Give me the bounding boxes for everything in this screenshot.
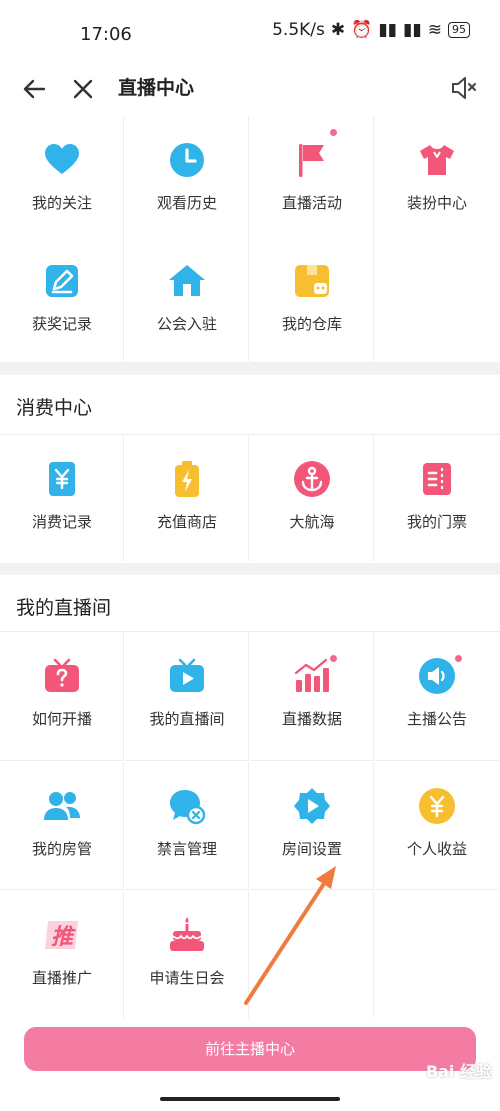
grid-item-live-events[interactable]: 直播活动	[250, 116, 374, 242]
grid-item-empty	[375, 237, 499, 363]
yen-card-icon	[49, 462, 75, 496]
warehouse-icon	[295, 265, 329, 297]
grid-item-label: 直播推广	[31, 969, 92, 987]
new-badge-dot	[330, 655, 337, 662]
grid-item-live-data[interactable]: 直播数据	[250, 632, 374, 761]
grid-item-label: 消费记录	[31, 513, 92, 531]
grid-item-recharge-store[interactable]: 充值商店	[125, 435, 249, 561]
speaker-icon[interactable]	[448, 72, 480, 104]
grid-item-label: 直播活动	[281, 194, 342, 212]
grid-item-label: 装扮中心	[406, 194, 467, 212]
grid-item-empty	[375, 891, 499, 1018]
flag-icon	[299, 144, 324, 177]
grid-item-dressup-center[interactable]: 装扮中心	[375, 116, 499, 242]
grid-item-label: 申请生日会	[149, 969, 225, 987]
new-badge-dot	[330, 129, 337, 136]
grid-item-how-to-stream[interactable]: 如何开播	[0, 632, 124, 761]
cake-icon	[170, 917, 204, 951]
ticket-icon	[423, 463, 451, 495]
grid-item-award-records[interactable]: 获奖记录	[0, 237, 124, 363]
back-arrow-icon[interactable]	[20, 74, 50, 104]
grid-item-live-promotion[interactable]: 推 直播推广	[0, 891, 124, 1018]
grid-item-label: 我的房管	[31, 840, 92, 858]
watermark: Bai 经验	[425, 1062, 492, 1081]
grid-item-label: 获奖记录	[31, 315, 92, 333]
grid-item-label: 我的仓库	[281, 315, 342, 333]
yen-coin-icon	[419, 788, 455, 824]
home-icon	[169, 265, 205, 296]
nav-bar: 直播中心	[0, 64, 500, 116]
close-icon[interactable]	[68, 74, 98, 104]
net-speed: 5.5K/s	[272, 20, 325, 40]
grid-item-label: 我的关注	[31, 194, 92, 212]
signal-icon: ▮▮	[378, 20, 398, 40]
grid-item-mute-management[interactable]: 禁言管理	[125, 762, 249, 890]
grid-item-birthday-party[interactable]: 申请生日会	[125, 891, 249, 1018]
battery-icon	[175, 461, 199, 497]
clock-icon	[170, 143, 204, 177]
grid-item-guild-join[interactable]: 公会入驻	[125, 237, 249, 363]
grid-item-room-settings[interactable]: 房间设置	[250, 762, 374, 890]
wifi-icon: ≋	[427, 20, 442, 40]
bluetooth-icon: ✱	[330, 20, 346, 40]
grid-item-label: 个人收益	[406, 840, 467, 858]
home-indicator	[160, 1097, 340, 1101]
mute-chat-icon	[170, 790, 206, 825]
grid-item-my-warehouse[interactable]: 我的仓库	[250, 237, 374, 363]
grid-item-label: 禁言管理	[156, 840, 217, 858]
tv-question-icon	[45, 658, 79, 692]
anchor-icon	[294, 461, 330, 497]
grid-item-my-follows[interactable]: 我的关注	[0, 116, 124, 242]
grid-item-watch-history[interactable]: 观看历史	[125, 116, 249, 242]
promote-icon: 推	[45, 921, 78, 950]
grid-item-label: 如何开播	[31, 710, 92, 728]
heart-icon	[45, 144, 79, 174]
users-icon	[44, 792, 80, 820]
status-indicators: 5.5K/s ✱ ⏰ ▮▮ ▮▮ ≋ 95	[272, 20, 470, 40]
section-title: 消费中心	[16, 397, 93, 419]
chart-bar-icon	[294, 658, 329, 692]
grid-item-streamer-notice[interactable]: 主播公告	[375, 632, 499, 761]
go-to-streamer-center-button[interactable]: 前往主播中心	[24, 1027, 476, 1071]
grid-item-label: 观看历史	[156, 194, 217, 212]
page-title: 直播中心	[118, 77, 195, 99]
grid-item-label: 房间设置	[281, 840, 342, 858]
grid-item-spend-records[interactable]: 消费记录	[0, 435, 124, 561]
status-bar: 17:06 5.5K/s ✱ ⏰ ▮▮ ▮▮ ≋ 95	[0, 0, 500, 64]
grid-item-label: 直播数据	[281, 710, 342, 728]
grid-item-voyage[interactable]: 大航海	[250, 435, 374, 561]
section-title: 我的直播间	[16, 597, 112, 619]
grid-item-label: 我的门票	[406, 513, 467, 531]
grid-item-empty	[250, 891, 374, 1018]
shirt-icon	[420, 145, 454, 175]
megaphone-icon	[419, 658, 455, 694]
play-settings-icon	[294, 788, 330, 824]
tv-play-icon	[170, 658, 204, 692]
grid-item-my-tickets[interactable]: 我的门票	[375, 435, 499, 561]
grid-item-label: 大航海	[289, 513, 335, 531]
grid-item-personal-earnings[interactable]: 个人收益	[375, 762, 499, 890]
grid-item-label: 充值商店	[156, 513, 217, 531]
status-time: 17:06	[80, 24, 132, 45]
top-grid-section: 我的关注 观看历史 直播活动 装扮中心 获奖记录 公会入驻 我的仓库	[0, 116, 500, 363]
grid-item-my-moderators[interactable]: 我的房管	[0, 762, 124, 890]
svg-text:推: 推	[51, 925, 76, 950]
my-live-room-section: 我的直播间 如何开播 我的直播间 直播数据 主播公告 我的房管 禁言管理 房间设…	[0, 575, 500, 1018]
alarm-icon: ⏰	[351, 20, 373, 40]
grid-item-my-live-room[interactable]: 我的直播间	[125, 632, 249, 761]
edit-icon	[46, 265, 78, 297]
grid-item-label: 公会入驻	[156, 315, 217, 333]
grid-item-label: 我的直播间	[149, 710, 225, 728]
new-badge-dot	[455, 655, 462, 662]
battery-icon: 95	[448, 22, 470, 38]
signal-2-icon: ▮▮	[403, 20, 422, 40]
consume-section: 消费中心 消费记录 充值商店 大航海 我的门票	[0, 375, 500, 563]
grid-item-label: 主播公告	[406, 710, 467, 728]
